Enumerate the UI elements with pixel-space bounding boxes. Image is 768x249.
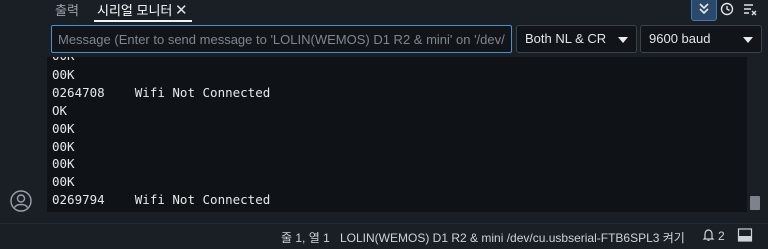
serial-output[interactable]: 00K 00K 0264708 Wifi Not Connected OK 00… [47,57,747,212]
account-icon[interactable] [10,190,32,212]
board-port-status[interactable]: LOLIN(WEMOS) D1 R2 & mini /dev/cu.usbser… [340,229,685,246]
output-line: 00K [52,139,75,154]
message-input[interactable] [51,25,512,53]
chevron-down-icon [743,37,753,43]
chevron-down-icon [618,37,628,43]
output-line: 00K [52,67,75,82]
clear-output-icon [744,4,757,16]
baud-rate-select[interactable]: 9600 baud [640,25,762,53]
scrollbar-thumb[interactable] [750,196,760,210]
output-line: OK [52,103,68,118]
line-ending-value: Both NL & CR [525,31,607,46]
output-line: 00K [52,156,75,171]
timestamp-button[interactable] [715,0,739,20]
output-line: 00K [52,121,75,136]
output-line: 00K [52,57,75,65]
tab-output[interactable]: 출력 [55,1,79,21]
output-line: 0264708 Wifi Not Connected [52,85,271,100]
tab-serial-monitor[interactable]: 시리얼 모니터 [97,1,172,21]
scrollbar-track[interactable] [747,57,763,212]
output-line: 00K [52,174,75,189]
notification-bell-icon[interactable] [702,228,715,245]
timestamp-icon [720,2,734,16]
line-ending-select[interactable]: Both NL & CR [516,25,637,53]
panel-tab-bar: 출력 시리얼 모니터 ✕ [0,0,768,22]
close-icon[interactable]: ✕ [175,1,188,21]
panel-toggle-icon[interactable] [737,227,753,246]
autoscroll-button[interactable] [691,0,717,21]
notification-count: 2 [718,229,725,243]
autoscroll-icon [699,3,709,15]
clear-output-button[interactable] [738,0,762,20]
baud-rate-value: 9600 baud [649,31,711,46]
status-bar: 줄 1, 열 1 LOLIN(WEMOS) D1 R2 & mini /dev/… [0,223,768,249]
cursor-position[interactable]: 줄 1, 열 1 [281,229,330,246]
output-line: 0269794 Wifi Not Connected [52,192,271,207]
